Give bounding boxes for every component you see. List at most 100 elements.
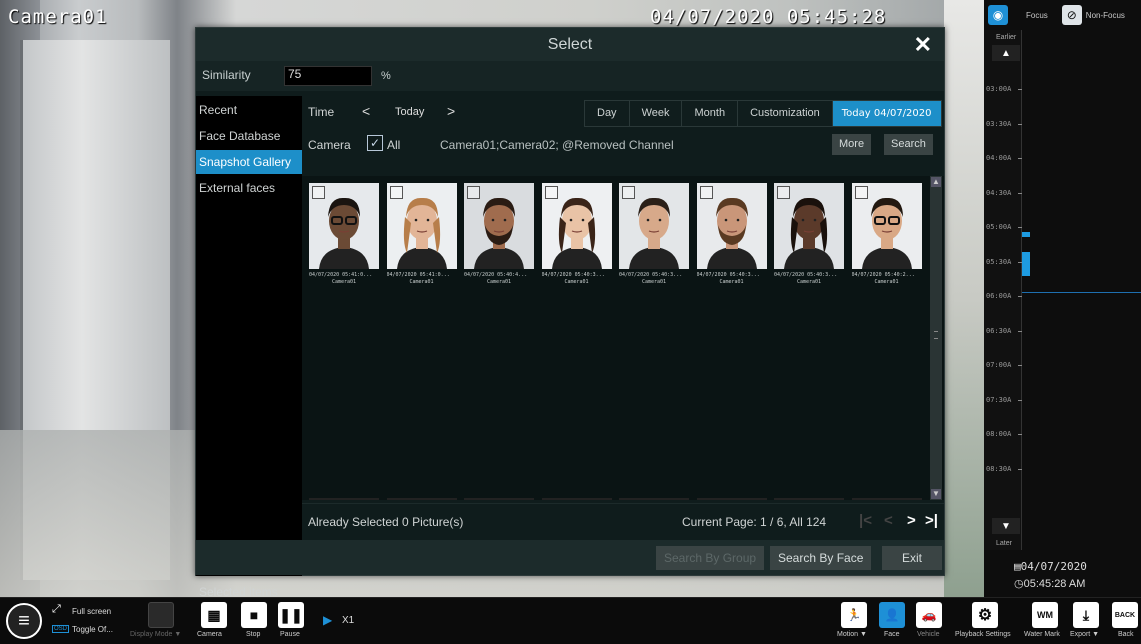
snapshot-checkbox[interactable] (622, 186, 635, 199)
previous-page-button[interactable]: < (884, 512, 893, 529)
scroll-down-icon[interactable]: ▼ (931, 489, 941, 499)
back-button[interactable]: BACK (1112, 602, 1138, 628)
snapshot-camera: Camera01 (409, 279, 434, 285)
close-icon[interactable]: ✕ (914, 32, 932, 58)
snapshot-camera: Camera01 (874, 279, 899, 285)
timeline-panel: ◉ Focus ⊘ Non-Focus Earlier ▲ 03:00A 03:3… (984, 0, 1141, 597)
snapshot-checkbox[interactable] (854, 186, 868, 199)
snapshot-thumbnail[interactable]: 04/07/2020 05:40:4... Camera01 (464, 183, 534, 293)
scroll-grip[interactable] (934, 331, 938, 339)
tab-customization[interactable]: Customization (738, 101, 833, 126)
face-search-button[interactable]: 👤 (879, 602, 905, 628)
stop-button[interactable]: ■ (241, 602, 267, 628)
non-focus-label: Non-Focus (1085, 10, 1125, 20)
scroll-up-icon[interactable]: ▲ (931, 177, 941, 187)
snapshot-checkbox[interactable] (544, 186, 558, 199)
clock-icon: ◷ (1014, 578, 1024, 590)
camera-select-button[interactable]: ▦ (201, 602, 227, 628)
selected-count: Already Selected 0 Picture(s) (308, 515, 464, 529)
next-row-divider (309, 498, 379, 500)
gallery-scrollbar[interactable]: ▲ ▼ (930, 176, 942, 500)
selected-items-label[interactable]: Selected items (199, 585, 278, 599)
next-page-button[interactable]: > (907, 512, 916, 529)
search-by-face-button[interactable]: Search By Face (770, 546, 872, 570)
export-button[interactable]: ⤓ (1073, 602, 1099, 628)
pause-button[interactable]: ❚❚ (278, 602, 304, 628)
snapshot-thumbnail[interactable]: 04/07/2020 05:40:2... Camera01 (851, 183, 922, 293)
first-page-button[interactable]: |< (859, 512, 872, 529)
snapshot-time: 04/07/2020 05:40:3... (774, 272, 838, 278)
all-cameras-checkbox[interactable]: ✓ (367, 135, 383, 151)
tab-week[interactable]: Week (630, 101, 683, 126)
time-filter-row: Time < Today > Day Week Month Customizat… (302, 96, 944, 129)
status-bar: Already Selected 0 Picture(s) Current Pa… (302, 503, 944, 540)
water-mark-button[interactable]: WM (1032, 602, 1058, 628)
tab-today[interactable]: Today 04/07/2020 (832, 101, 941, 126)
snapshot-checkbox[interactable] (699, 186, 713, 199)
timeline-tick: 06:00A (986, 292, 1023, 300)
playback-speed: X1 (342, 615, 355, 626)
next-row-divider (386, 498, 457, 500)
time-label: Time (308, 105, 335, 119)
display-mode-button[interactable] (148, 602, 174, 628)
dialog-header: Select ✕ (196, 28, 944, 61)
snapshot-thumbnail[interactable]: 04/07/2020 05:40:3... Camera01 (541, 183, 612, 293)
face-label: Face (884, 631, 900, 638)
snapshot-gallery: ▲ ▼ 04/07/2020 05:41:0... Camera01 04/07/2… (302, 176, 944, 500)
vehicle-search-button[interactable]: 🚗 (916, 602, 942, 628)
snapshot-checkbox[interactable] (389, 186, 403, 199)
snapshot-checkbox[interactable] (467, 186, 480, 199)
play-forward-icon[interactable]: ▶ (323, 613, 332, 627)
timeline-time: ◷05:45:28 AM (1014, 578, 1086, 590)
main-menu-button[interactable]: ≡ (6, 603, 42, 639)
tab-month[interactable]: Month (682, 101, 739, 126)
snapshot-camera: Camera01 (331, 279, 357, 285)
later-label: Later (996, 540, 1012, 547)
snapshot-checkbox[interactable] (777, 186, 790, 199)
sidebar-item-recent[interactable]: Recent (196, 98, 302, 122)
earlier-label: Earlier (996, 34, 1017, 41)
snapshot-thumbnail[interactable]: 04/07/2020 05:41:0... Camera01 (309, 183, 379, 293)
scroll-later-button[interactable]: ▼ (992, 518, 1020, 534)
focus-icon[interactable]: ◉ (988, 5, 1008, 25)
display-mode-label: Display Mode ▼ (130, 631, 182, 638)
timeline-tick: 07:00A (986, 361, 1023, 369)
timeline-mode-bar: ◉ Focus ⊘ Non-Focus (984, 0, 1141, 30)
snapshot-thumbnail[interactable]: 04/07/2020 05:41:0... Camera01 (386, 183, 457, 293)
similarity-input[interactable]: 75 (284, 66, 372, 86)
search-button[interactable]: Search (884, 134, 933, 155)
next-row-divider (774, 498, 844, 500)
snapshot-thumbnail[interactable]: 04/07/2020 05:40:3... Camera01 (619, 183, 689, 293)
snapshot-thumbnail[interactable]: 04/07/2020 05:40:3... Camera01 (696, 183, 767, 293)
toggle-osd-button[interactable]: Toggle Of... (72, 625, 113, 634)
next-row-divider (464, 498, 534, 500)
last-page-button[interactable]: >| (925, 512, 938, 529)
similarity-row: Similarity 75 % (196, 61, 944, 91)
scroll-earlier-button[interactable]: ▲ (992, 45, 1020, 61)
full-screen-icon[interactable]: ⤢ (52, 603, 61, 616)
camera-title: Camera01 (8, 6, 108, 28)
focus-label: Focus (1026, 10, 1048, 20)
selected-channels: Camera01;Camera02; @Removed Channel (440, 138, 674, 152)
non-focus-icon[interactable]: ⊘ (1061, 5, 1082, 25)
snapshot-thumbnail[interactable]: 04/07/2020 05:40:3... Camera01 (774, 183, 844, 293)
stop-label: Stop (246, 631, 261, 638)
camera-label: Camera (197, 631, 222, 638)
sidebar-item-external-faces[interactable]: External faces (196, 176, 302, 200)
more-button[interactable]: More (832, 134, 872, 155)
timeline-tick: 05:30A (986, 257, 1023, 266)
motion-search-button[interactable]: 🏃 (841, 602, 867, 628)
sidebar-item-face-database[interactable]: Face Database (196, 124, 302, 148)
next-day-button[interactable]: > (447, 103, 455, 119)
previous-day-button[interactable]: < (362, 103, 370, 119)
tab-day[interactable]: Day (585, 101, 630, 126)
exit-button[interactable]: Exit (882, 546, 943, 570)
dialog-title: Select (547, 36, 593, 53)
search-by-group-button[interactable]: Search By Group (656, 546, 765, 570)
full-screen-button[interactable]: Full screen (72, 607, 111, 616)
playback-settings-button[interactable]: ⚙ (972, 602, 998, 628)
snapshot-checkbox[interactable] (312, 186, 325, 199)
snapshot-time: 04/07/2020 05:40:3... (541, 272, 605, 278)
sidebar-item-snapshot-gallery[interactable]: Snapshot Gallery (196, 150, 302, 174)
snapshot-camera: Camera01 (564, 279, 589, 285)
